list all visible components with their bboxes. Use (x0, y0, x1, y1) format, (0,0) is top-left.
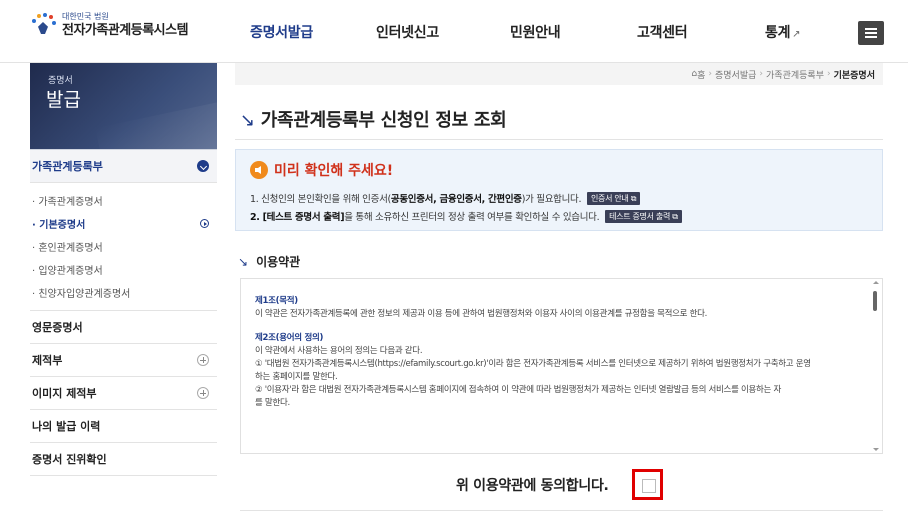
notice-text-bold: 공동인증서, 금융인증서, 간편인증 (390, 194, 522, 205)
section-marker-icon: ↘ (238, 255, 249, 269)
nav-civil-guide[interactable]: 민원안내 (510, 22, 561, 42)
terms-scroll-box[interactable]: 제1조(목적) 이 약관은 전자가족관계등록에 관한 정보의 제공과 이용 등에… (240, 278, 883, 454)
sidebar-item-my-history[interactable]: 나의 발급 이력 (30, 410, 217, 443)
page-title: ↘ 가족관계등록부 신청인 정보 조회 (240, 106, 507, 132)
court-emblem-icon (30, 13, 56, 39)
nav-statistics-label: 통계 (765, 25, 791, 41)
site-logo[interactable]: 대한민국 법원 전자가족관계등록시스템 (30, 12, 189, 40)
divider (235, 139, 883, 140)
logo-subtitle: 대한민국 법원 (62, 12, 109, 21)
sidebar-item-family-register[interactable]: 가족관계등록부 (30, 149, 217, 183)
scroll-down-icon[interactable] (873, 448, 879, 451)
external-link-icon: ↗ (792, 29, 801, 40)
notice-text-bold: 2. [테스트 증명서 출력] (250, 212, 345, 223)
nav-certificate-issue[interactable]: 증명서발급 (250, 22, 313, 42)
agree-checkbox[interactable] (632, 469, 663, 500)
sidebar-item-label: 증명서 진위확인 (32, 453, 107, 466)
checkbox-square[interactable] (642, 479, 656, 493)
notice-line-1: 1. 신청인의 본인확인을 위해 인증서(공동인증서, 금융인증서, 간편인증)… (250, 191, 641, 205)
sidebar-nav: 가족관계등록부 · 가족관계증명서 · 기본증명서 · 혼인관계증명서 · 입양… (30, 149, 217, 476)
sidebar-subitem-marriage-cert[interactable]: · 혼인관계증명서 (32, 235, 217, 258)
agree-label[interactable]: 위 이용약관에 동의합니다. (456, 475, 609, 495)
divider (240, 510, 883, 511)
notice-text: 1. 신청인의 본인확인을 위해 인증서( (250, 194, 391, 205)
scroll-thumb[interactable] (873, 291, 877, 311)
banner-title: 발급 (46, 89, 81, 111)
terms-article-text: 하는 홈페이지를 말한다. (255, 372, 338, 382)
sidebar-subitem-full-adoption-cert[interactable]: · 친양자입양관계증명서 (32, 281, 217, 304)
megaphone-icon (250, 161, 268, 179)
sidebar-item-label: 영문증명서 (32, 321, 83, 334)
sidebar-subitem-adoption-cert[interactable]: · 입양관계증명서 (32, 258, 217, 281)
top-header: 대한민국 법원 전자가족관계등록시스템 증명서발급 인터넷신고 민원안내 고객센… (0, 0, 908, 63)
button-label: 인증서 안내 (590, 194, 629, 203)
hamburger-menu-button[interactable] (858, 21, 884, 45)
breadcrumb-level1[interactable]: 증명서발급 (715, 68, 756, 81)
certificate-guide-button[interactable]: 인증서 안내 ⧉ (586, 192, 641, 205)
logo-title: 전자가족관계등록시스템 (62, 23, 189, 38)
sidebar-subitem-label: · 기본증명서 (32, 220, 86, 231)
breadcrumb-home[interactable]: 홈 (697, 68, 705, 81)
sidebar-item-removal-register[interactable]: 제적부 (30, 344, 217, 377)
nav-statistics[interactable]: 통계 ↗ (765, 22, 801, 42)
section-title-text: 이용약관 (256, 255, 301, 269)
notice-title: 미리 확인해 주세요! (274, 163, 394, 179)
nav-online-report[interactable]: 인터넷신고 (376, 22, 439, 42)
expand-icon[interactable] (197, 354, 209, 366)
sidebar-item-label: 제적부 (32, 354, 63, 367)
terms-article-title: 제1조(목적) (255, 296, 298, 306)
sidebar-item-english-cert[interactable]: 영문증명서 (30, 311, 217, 344)
scroll-up-icon[interactable] (873, 281, 879, 284)
expand-icon[interactable] (197, 387, 209, 399)
notice-line-2: 2. [테스트 증명서 출력]을 통해 소유하신 프린터의 정상 출력 여부를 … (250, 209, 682, 223)
section-title: ↘ 이용약관 (238, 253, 300, 270)
breadcrumb: ⌂ 홈 › 증명서발급 › 가족관계등록부 › 기본증명서 (235, 63, 883, 85)
terms-article-text: ① '대법원 전자가족관계등록시스템(https://efamily.scour… (255, 359, 811, 369)
terms-article-text: 이 약관에서 사용하는 용어의 정의는 다음과 같다. (255, 346, 423, 356)
sidebar-item-label: 가족관계등록부 (32, 160, 103, 173)
nav-customer-center[interactable]: 고객센터 (637, 22, 688, 42)
notice-box: 미리 확인해 주세요! 1. 신청인의 본인확인을 위해 인증서(공동인증서, … (235, 149, 883, 231)
sidebar-item-label: 나의 발급 이력 (32, 420, 101, 433)
notice-text: 을 통해 소유하신 프린터의 정상 출력 여부를 확인하실 수 있습니다. (344, 212, 600, 223)
notice-text: )가 필요합니다. (521, 194, 582, 205)
sidebar-subitem-basic-cert[interactable]: · 기본증명서 (32, 212, 217, 235)
terms-article-text: 이 약관은 전자가족관계등록에 관한 정보의 제공과 이용 등에 관하여 법원행… (255, 309, 708, 319)
terms-article-text: ② '이용자'라 함은 대법원 전자가족관계등록시스템 홈페이지에 접속하여 이… (255, 385, 781, 395)
sidebar-submenu: · 가족관계증명서 · 기본증명서 · 혼인관계증명서 · 입양관계증명서 · … (30, 183, 217, 311)
terms-article-text: 를 말한다. (255, 398, 290, 408)
page-title-text: 가족관계등록부 신청인 정보 조회 (260, 110, 507, 131)
sidebar-item-label: 이미지 제적부 (32, 387, 97, 400)
sidebar-item-image-removal-register[interactable]: 이미지 제적부 (30, 377, 217, 410)
sidebar-banner: 증명서 발급 (30, 63, 217, 149)
button-label: 테스트 증명서 출력 (609, 212, 671, 221)
arrow-right-circle-icon (200, 219, 209, 228)
breadcrumb-level2[interactable]: 가족관계등록부 (766, 68, 824, 81)
terms-scrollbar[interactable] (872, 281, 880, 451)
test-print-button[interactable]: 테스트 증명서 출력 ⧉ (605, 210, 682, 223)
breadcrumb-current: 기본증명서 (833, 70, 875, 81)
sidebar-subitem-family-cert[interactable]: · 가족관계증명서 (32, 189, 217, 212)
title-marker-icon: ↘ (240, 110, 255, 131)
collapse-icon[interactable] (197, 160, 209, 172)
terms-article-title: 제2조(용어의 정의) (255, 333, 324, 343)
sidebar-item-verify-cert[interactable]: 증명서 진위확인 (30, 443, 217, 476)
